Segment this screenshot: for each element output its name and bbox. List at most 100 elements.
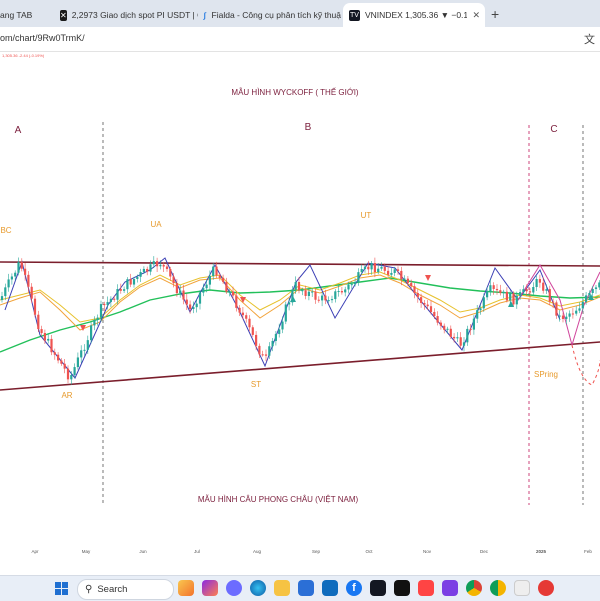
tab-fialda[interactable]: ∫ Fialda - Công cụ phân tích kỹ thuậ [203,3,341,27]
support-line [0,341,600,391]
candle-body [561,315,565,320]
candle-body [251,327,254,335]
candle-body [258,345,261,355]
candle-body [347,284,350,290]
mail-icon[interactable] [322,580,338,596]
candle-body [218,275,221,278]
candle-body [149,264,152,272]
candle-body [446,328,449,330]
candle-body [548,289,551,302]
edge-icon[interactable] [250,580,266,596]
badge-app-icon[interactable] [538,580,554,596]
candle-body [37,314,40,330]
close-tab-icon[interactable]: ✕ [467,10,485,21]
candle-body [103,304,106,306]
candle-body [314,291,317,300]
candle-body [304,290,307,296]
candle-body [7,279,10,288]
candle-body [410,282,413,287]
candle-body [565,316,568,320]
candle-body [47,338,50,341]
candle-body [241,312,244,316]
tab-pi-usdt[interactable]: ✕ 2,2973 Giao dịch spot PI USDT | C [60,3,198,27]
candle-body [357,272,360,282]
candle-body [512,293,515,305]
candle-body [383,266,386,271]
candle-body [297,282,301,291]
candle-body [274,333,277,341]
candle-body [337,291,340,293]
candle-body [235,295,238,308]
x-tick: Jun [139,549,147,554]
candle-body [63,363,66,369]
facebook-icon[interactable]: f [346,580,362,596]
candle-body [439,322,442,326]
vnd-app-icon[interactable] [394,580,410,596]
x-tick: Aug [253,549,262,554]
phase-label-a: A [15,125,22,136]
notification-app-icon[interactable] [514,580,530,596]
tab-label: 2,2973 Giao dịch spot PI USDT | C [71,10,198,20]
candle-body [80,350,83,358]
purple-app-icon[interactable] [418,580,434,596]
candle-body [4,287,7,297]
chrome-canary-icon[interactable] [490,580,506,596]
candle-body [142,268,145,273]
candle-body [126,279,129,290]
candle-body [396,269,400,271]
candle-body [429,306,433,312]
x-tick: Jul [194,549,200,554]
candle-body [281,321,284,330]
candle-body [30,286,33,299]
vietnam-pattern-title: MẪU HÌNH CÂU PHONG CHÂU (VIỆT NAM) [198,495,359,504]
candle-body [321,295,324,301]
explorer-icon[interactable] [274,580,290,596]
windows-icon[interactable] [55,582,68,595]
candle-body [327,300,330,302]
candle-body [340,291,343,293]
taskbar-search[interactable]: ⚲ Search [77,579,174,600]
address-bar: om/chart/9Rw0TrmK/ 文 [0,27,600,52]
label-ar: AR [61,391,72,400]
translate-icon[interactable]: 文 [584,31,595,47]
phase-label-b: B [305,122,312,133]
url-field[interactable]: om/chart/9Rw0TrmK/ [0,33,85,43]
candle-body [57,354,60,361]
task-view-icon[interactable] [226,580,242,596]
candle-body [568,313,571,317]
candle-body [109,298,112,302]
candle-body [330,299,334,301]
candle-body [195,303,198,308]
label-bc: BC [0,226,11,235]
candle-body [558,315,561,317]
chrome-icon[interactable] [466,580,482,596]
candle-body [334,291,337,300]
exchange-icon: ✕ [60,9,67,21]
candle-body [73,367,76,376]
tab-label: ang TAB [0,10,33,20]
store-icon[interactable] [298,580,314,596]
chart-area[interactable]: 1,305.36 -2.44 (-0.19%) MẪU HÌNH WYCKOFF… [0,52,600,575]
candle-body [294,282,297,290]
copilot-icon[interactable] [202,580,218,596]
candle-body [489,285,492,292]
candle-body [393,269,396,273]
candle-body [14,272,17,277]
x-axis: Apr May Jun Jul Aug Sep Oct Nov Dec 2025… [31,549,592,554]
candle-body [486,291,489,298]
candle-body [532,287,535,293]
pi-app-icon[interactable] [442,580,458,596]
tab-vnd[interactable]: ang TAB [0,3,54,27]
new-tab-icon[interactable]: + [491,6,499,22]
candle-body [591,288,594,294]
candle-body [522,289,525,293]
tab-vnindex[interactable]: TV VNINDEX 1,305.36 ▼ −0.19% ✕ [343,3,485,27]
candle-body [248,318,251,328]
candle-body [119,289,122,291]
tradingview-icon[interactable] [370,580,386,596]
candle-body [499,290,502,294]
price-chart[interactable]: 1,305.36 -2.44 (-0.19%) MẪU HÌNH WYCKOFF… [0,52,600,575]
tradingview-icon: TV [349,9,360,21]
widgets-icon[interactable] [178,580,194,596]
candle-body [162,264,165,267]
